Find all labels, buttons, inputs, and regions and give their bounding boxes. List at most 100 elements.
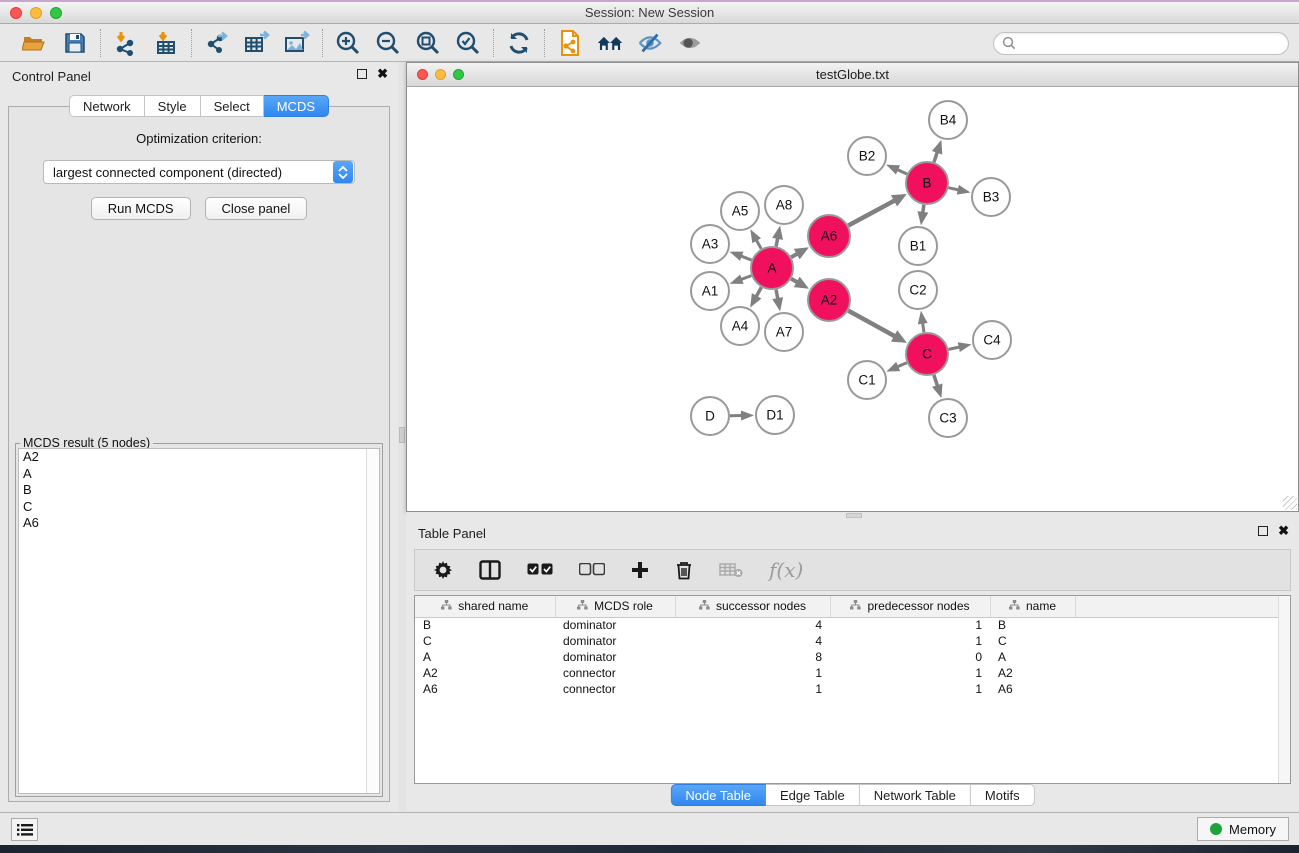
graph-node-C[interactable]: C xyxy=(906,333,948,375)
graph-node-A4[interactable]: A4 xyxy=(721,307,759,345)
tab-select[interactable]: Select xyxy=(201,95,264,117)
search-box[interactable] xyxy=(993,32,1289,55)
close-panel-icon[interactable]: ✖ xyxy=(377,69,388,79)
select-all-columns-icon[interactable] xyxy=(527,563,553,577)
zoom-selected-icon[interactable] xyxy=(454,29,482,57)
graph-node-B3[interactable]: B3 xyxy=(972,178,1010,216)
table-row[interactable]: Adominator80A xyxy=(415,649,1290,665)
node-table: shared nameMCDS rolesuccessor nodesprede… xyxy=(414,595,1291,784)
edge-A2-C[interactable] xyxy=(848,311,896,337)
table-row[interactable]: Bdominator41B xyxy=(415,617,1290,633)
export-network-icon[interactable] xyxy=(203,29,231,57)
table-tab-edge-table[interactable]: Edge Table xyxy=(766,784,860,806)
float-panel-icon[interactable] xyxy=(1258,526,1268,536)
graph-node-B4[interactable]: B4 xyxy=(929,101,967,139)
search-input[interactable] xyxy=(1021,36,1280,50)
graph-node-A[interactable]: A xyxy=(751,247,793,289)
mcds-result-item[interactable]: A2 xyxy=(19,449,379,466)
import-table-icon[interactable] xyxy=(152,29,180,57)
export-table-icon[interactable] xyxy=(243,29,271,57)
horizontal-splitter[interactable] xyxy=(406,512,1299,519)
vertical-splitter[interactable] xyxy=(398,62,406,812)
create-new-column-icon[interactable] xyxy=(631,561,649,579)
table-tab-network-table[interactable]: Network Table xyxy=(860,784,971,806)
mcds-result-list[interactable]: A2ABCA6 xyxy=(18,448,380,794)
column-header-MCDS-role[interactable]: MCDS role xyxy=(555,596,675,617)
window-resize-grip[interactable] xyxy=(1283,496,1297,510)
graph-node-A7[interactable]: A7 xyxy=(765,313,803,351)
table-row[interactable]: Cdominator41C xyxy=(415,633,1290,649)
graph-node-A2[interactable]: A2 xyxy=(808,279,850,321)
column-header-successor-nodes[interactable]: successor nodes xyxy=(675,596,830,617)
tab-mcds[interactable]: MCDS xyxy=(264,95,329,117)
network-minimize-button[interactable] xyxy=(435,69,446,80)
close-panel-button[interactable]: Close panel xyxy=(205,197,308,220)
criterion-dropdown[interactable]: largest connected component (directed) xyxy=(43,160,355,184)
network-from-file-icon[interactable] xyxy=(556,29,584,57)
show-all-networks-icon[interactable] xyxy=(596,29,624,57)
close-window-button[interactable] xyxy=(10,7,22,19)
network-graph[interactable]: B4 B2 B B3 A8A5 A6 B1 A3 A C2 A1 A2 A4A7 C4 C C1 C3 D D1 xyxy=(407,87,1298,511)
table-row[interactable]: A6connector11A6 xyxy=(415,681,1290,697)
mcds-result-item[interactable]: A6 xyxy=(19,515,379,532)
column-header-shared-name[interactable]: shared name xyxy=(415,596,555,617)
show-selected-icon[interactable] xyxy=(676,29,704,57)
splitter-grip[interactable] xyxy=(846,513,862,518)
graph-node-C3[interactable]: C3 xyxy=(929,399,967,437)
graph-node-C1[interactable]: C1 xyxy=(848,361,886,399)
table-settings-gear-icon[interactable] xyxy=(433,560,453,580)
graph-node-D[interactable]: D xyxy=(691,397,729,435)
graph-node-D1[interactable]: D1 xyxy=(756,396,794,434)
mcds-result-item[interactable]: B xyxy=(19,482,379,499)
float-panel-icon[interactable] xyxy=(357,69,367,79)
task-history-button[interactable] xyxy=(11,818,38,841)
table-tab-motifs[interactable]: Motifs xyxy=(971,784,1035,806)
graph-node-A3[interactable]: A3 xyxy=(691,225,729,263)
save-session-icon[interactable] xyxy=(61,29,89,57)
tab-network[interactable]: Network xyxy=(69,95,145,117)
network-close-button[interactable] xyxy=(417,69,428,80)
table-scrollbar[interactable] xyxy=(1278,596,1290,783)
graph-node-A1[interactable]: A1 xyxy=(691,272,729,310)
mcds-result-item[interactable]: A xyxy=(19,466,379,483)
open-file-icon[interactable] xyxy=(21,29,49,57)
tab-style[interactable]: Style xyxy=(145,95,201,117)
zoom-out-icon[interactable] xyxy=(374,29,402,57)
graph-node-C4[interactable]: C4 xyxy=(973,321,1011,359)
column-header-name[interactable]: name xyxy=(990,596,1075,617)
splitter-grip[interactable] xyxy=(399,427,405,443)
zoom-fit-icon[interactable] xyxy=(414,29,442,57)
memory-button[interactable]: Memory xyxy=(1197,817,1289,841)
table-row[interactable]: A2connector11A2 xyxy=(415,665,1290,681)
graph-node-B2[interactable]: B2 xyxy=(848,137,886,175)
network-canvas[interactable]: B4 B2 B B3 A8A5 A6 B1 A3 A C2 A1 A2 A4A7 C4 C C1 C3 D D1 xyxy=(407,87,1298,511)
mcds-result-item[interactable]: C xyxy=(19,499,379,516)
edge-A6-B[interactable] xyxy=(848,200,895,226)
maximize-window-button[interactable] xyxy=(50,7,62,19)
svg-text:C2: C2 xyxy=(909,283,926,298)
network-window-titlebar[interactable]: testGlobe.txt xyxy=(407,63,1298,87)
delete-table-icon[interactable] xyxy=(719,562,743,578)
zoom-in-icon[interactable] xyxy=(334,29,362,57)
graph-node-A5[interactable]: A5 xyxy=(721,192,759,230)
graph-node-B1[interactable]: B1 xyxy=(899,227,937,265)
network-maximize-button[interactable] xyxy=(453,69,464,80)
deselect-all-columns-icon[interactable] xyxy=(579,563,605,577)
delete-columns-trash-icon[interactable] xyxy=(675,560,693,580)
run-mcds-button[interactable]: Run MCDS xyxy=(91,197,191,220)
result-list-scrollbar[interactable] xyxy=(366,449,379,793)
show-column-panel-icon[interactable] xyxy=(479,560,501,580)
function-builder-icon[interactable]: f(x) xyxy=(769,558,803,582)
graph-node-A6[interactable]: A6 xyxy=(808,215,850,257)
graph-node-C2[interactable]: C2 xyxy=(899,271,937,309)
minimize-window-button[interactable] xyxy=(30,7,42,19)
table-tab-node-table[interactable]: Node Table xyxy=(670,784,766,806)
close-panel-icon[interactable]: ✖ xyxy=(1278,526,1289,536)
refresh-icon[interactable] xyxy=(505,29,533,57)
hide-selected-icon[interactable] xyxy=(636,29,664,57)
graph-node-A8[interactable]: A8 xyxy=(765,186,803,224)
column-header-predecessor-nodes[interactable]: predecessor nodes xyxy=(830,596,990,617)
import-network-icon[interactable] xyxy=(112,29,140,57)
graph-node-B[interactable]: B xyxy=(906,162,948,204)
export-image-icon[interactable] xyxy=(283,29,311,57)
